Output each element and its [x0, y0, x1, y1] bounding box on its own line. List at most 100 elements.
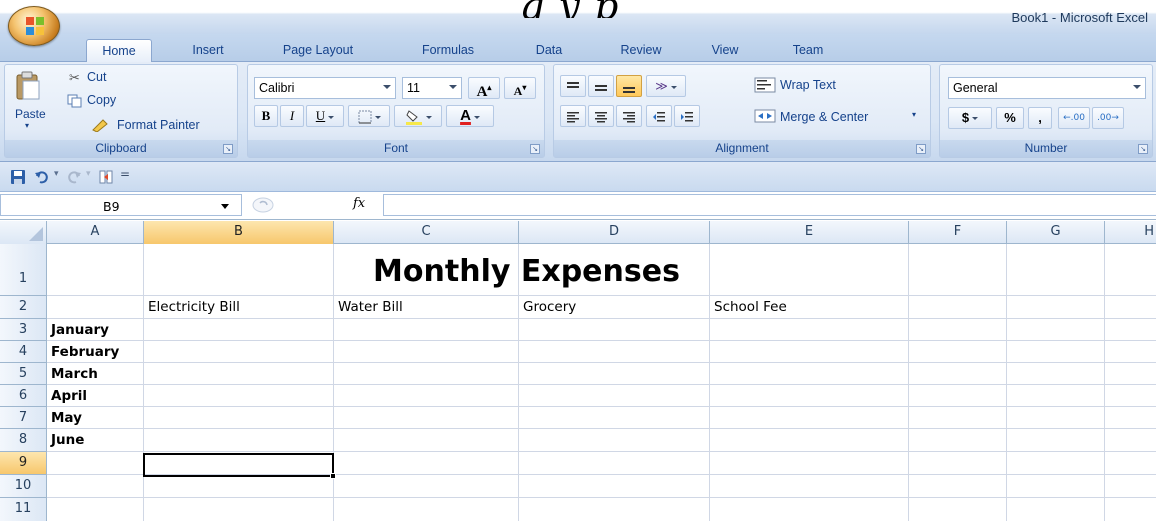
align-left-button[interactable]	[560, 105, 586, 127]
orientation-button[interactable]: ≫	[646, 75, 686, 97]
alignment-launcher-icon[interactable]: ↘	[916, 144, 926, 154]
month-cell-a5[interactable]: March	[51, 366, 98, 382]
number-launcher-icon[interactable]: ↘	[1138, 144, 1148, 154]
row-header-8[interactable]: 8	[0, 429, 47, 452]
undo-dropdown-icon[interactable]: ▾	[54, 169, 59, 179]
align-bottom-button[interactable]	[616, 75, 642, 97]
decrease-decimal-button[interactable]: .00→	[1092, 107, 1124, 129]
row-header-10[interactable]: 10	[0, 475, 47, 498]
ribbon-tabs: Home Insert Page Layout Formulas Data Re…	[0, 34, 1156, 63]
column-header-h[interactable]: H	[1105, 221, 1156, 244]
fill-color-button[interactable]	[394, 105, 442, 127]
wrap-text-button[interactable]: Wrap Text	[780, 78, 836, 92]
formula-input[interactable]	[383, 194, 1156, 216]
row-header-7[interactable]: 7	[0, 407, 47, 429]
insert-column-icon[interactable]	[98, 169, 114, 185]
row-header-1[interactable]: 1	[0, 244, 47, 296]
tab-formulas[interactable]: Formulas	[404, 39, 492, 62]
grow-font-button[interactable]: A▴	[468, 77, 500, 100]
chevron-down-icon[interactable]	[221, 204, 229, 209]
italic-button[interactable]: I	[280, 105, 304, 127]
header-cell-e2[interactable]: School Fee	[714, 299, 787, 315]
office-button[interactable]	[8, 6, 60, 46]
increase-indent-button[interactable]	[674, 105, 700, 127]
tab-review[interactable]: Review	[606, 39, 676, 62]
row-header-2[interactable]: 2	[0, 296, 47, 319]
header-cell-c2[interactable]: Water Bill	[338, 299, 403, 315]
font-color-button[interactable]: A	[446, 105, 494, 127]
save-icon[interactable]	[10, 169, 26, 185]
tab-data[interactable]: Data	[524, 39, 574, 62]
column-header-d[interactable]: D	[519, 221, 710, 244]
currency-button[interactable]: $	[948, 107, 992, 129]
comma-button[interactable]: ,	[1028, 107, 1052, 129]
undo-icon[interactable]	[34, 169, 50, 185]
row-header-4[interactable]: 4	[0, 341, 47, 363]
paste-icon[interactable]	[15, 71, 41, 101]
alignment-group: ≫ Wrap Text Merge & Center ▾ Alignment ↘	[553, 64, 931, 158]
select-all-corner[interactable]	[0, 221, 47, 244]
format-painter-button[interactable]: Format Painter	[117, 118, 200, 132]
cut-button[interactable]: Cut	[87, 70, 106, 84]
clipboard-launcher-icon[interactable]: ↘	[223, 144, 233, 154]
customize-toolbar-icon[interactable]: =	[120, 167, 130, 181]
sheet-title-cell[interactable]: Monthly Expenses	[144, 244, 909, 296]
chevron-down-icon	[473, 115, 480, 119]
month-cell-a7[interactable]: May	[51, 410, 82, 426]
increase-decimal-button[interactable]: ←.00	[1058, 107, 1090, 129]
window-title: Book1 - Microsoft Excel	[1011, 10, 1148, 25]
tab-page-layout[interactable]: Page Layout	[268, 39, 368, 62]
header-cell-b2[interactable]: Electricity Bill	[148, 299, 240, 315]
redo-dropdown-icon[interactable]: ▾	[86, 169, 91, 179]
align-top-button[interactable]	[560, 75, 586, 97]
tab-view[interactable]: View	[700, 39, 750, 62]
font-launcher-icon[interactable]: ↘	[530, 144, 540, 154]
redo-icon[interactable]	[66, 169, 82, 185]
insert-function-icon[interactable]: fx	[353, 196, 365, 211]
month-cell-a3[interactable]: January	[51, 322, 109, 338]
column-header-g[interactable]: G	[1007, 221, 1105, 244]
align-bottom-icon	[623, 87, 635, 94]
merge-center-button[interactable]: Merge & Center	[780, 110, 868, 124]
month-cell-a4[interactable]: February	[51, 344, 119, 360]
paste-dropdown-icon[interactable]: ▾	[25, 121, 29, 130]
copy-icon	[67, 94, 82, 108]
column-header-b[interactable]: B	[144, 221, 334, 244]
align-center-button[interactable]	[588, 105, 614, 127]
formula-cancel-icon[interactable]	[252, 197, 274, 213]
percent-button[interactable]: %	[996, 107, 1024, 129]
bold-button[interactable]: B	[254, 105, 278, 127]
paste-label[interactable]: Paste	[15, 107, 46, 121]
row-header-9[interactable]: 9	[0, 452, 47, 475]
tab-insert[interactable]: Insert	[176, 39, 240, 62]
font-name-select[interactable]: Calibri	[254, 77, 396, 99]
align-right-button[interactable]	[616, 105, 642, 127]
row-header-5[interactable]: 5	[0, 363, 47, 385]
borders-button[interactable]	[348, 105, 390, 127]
merge-center-dropdown-icon[interactable]: ▾	[912, 110, 916, 119]
tab-team[interactable]: Team	[782, 39, 834, 62]
gridline	[47, 318, 1156, 319]
column-header-a[interactable]: A	[47, 221, 144, 244]
fill-handle[interactable]	[330, 473, 336, 479]
tab-home[interactable]: Home	[86, 39, 152, 63]
font-size-select[interactable]: 11	[402, 77, 462, 99]
column-header-c[interactable]: C	[334, 221, 519, 244]
row-header-3[interactable]: 3	[0, 319, 47, 341]
align-middle-button[interactable]	[588, 75, 614, 97]
underline-button[interactable]: U	[306, 105, 344, 127]
shrink-font-button[interactable]: A▾	[504, 77, 536, 99]
row-header-6[interactable]: 6	[0, 385, 47, 407]
font-size-value: 11	[407, 81, 420, 95]
decrease-indent-button[interactable]	[646, 105, 672, 127]
month-cell-a6[interactable]: April	[51, 388, 87, 404]
active-cell-b9[interactable]	[143, 453, 336, 479]
column-header-e[interactable]: E	[710, 221, 909, 244]
month-cell-a8[interactable]: June	[51, 432, 84, 448]
number-format-select[interactable]: General	[948, 77, 1146, 99]
name-box[interactable]: B9	[0, 194, 242, 216]
column-header-f[interactable]: F	[909, 221, 1007, 244]
row-header-11[interactable]: 11	[0, 498, 47, 521]
copy-button[interactable]: Copy	[87, 93, 116, 107]
header-cell-d2[interactable]: Grocery	[523, 299, 576, 315]
